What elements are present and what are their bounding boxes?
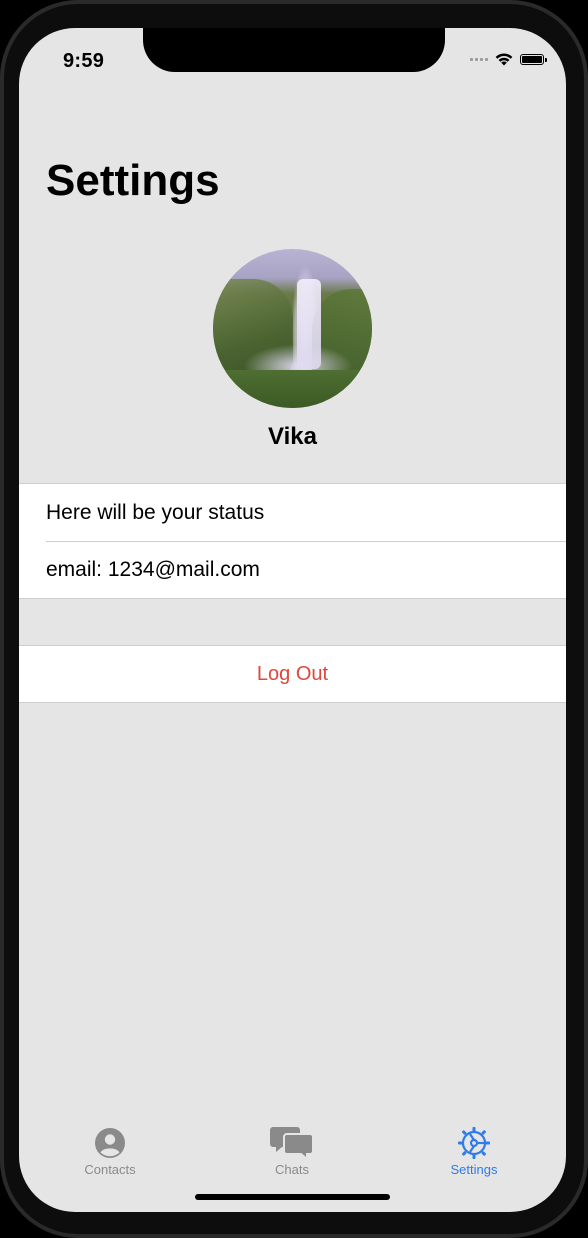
phone-frame: 9:59 Settings Vika Here will be your sta…: [0, 0, 588, 1238]
tab-chats[interactable]: Chats: [232, 1124, 352, 1177]
tab-label: Chats: [275, 1162, 309, 1177]
notch: [143, 28, 445, 72]
screen: 9:59 Settings Vika Here will be your sta…: [19, 28, 566, 1212]
logout-group: Log Out: [19, 645, 566, 703]
avatar[interactable]: [213, 249, 372, 408]
status-row[interactable]: Here will be your status: [19, 484, 566, 541]
page-title: Settings: [46, 156, 220, 205]
tab-contacts[interactable]: Contacts: [50, 1124, 170, 1177]
wifi-icon: [495, 53, 513, 66]
logout-button[interactable]: Log Out: [19, 646, 566, 702]
profile-name: Vika: [268, 423, 317, 450]
chat-bubbles-icon: [270, 1127, 314, 1161]
tab-label: Contacts: [84, 1162, 136, 1177]
tab-settings[interactable]: Settings: [414, 1124, 534, 1177]
person-circle-icon: [95, 1128, 125, 1158]
tab-label: Settings: [450, 1162, 498, 1177]
profile-info-group: Here will be your status email: 1234@mai…: [19, 483, 566, 599]
status-time: 9:59: [63, 50, 105, 72]
email-row[interactable]: email: 1234@mail.com: [46, 541, 566, 598]
status-indicators: [470, 52, 547, 66]
cellular-signal-icon: [470, 57, 488, 61]
gear-icon: [458, 1127, 490, 1159]
battery-icon: [520, 53, 547, 65]
home-indicator[interactable]: [195, 1194, 390, 1200]
